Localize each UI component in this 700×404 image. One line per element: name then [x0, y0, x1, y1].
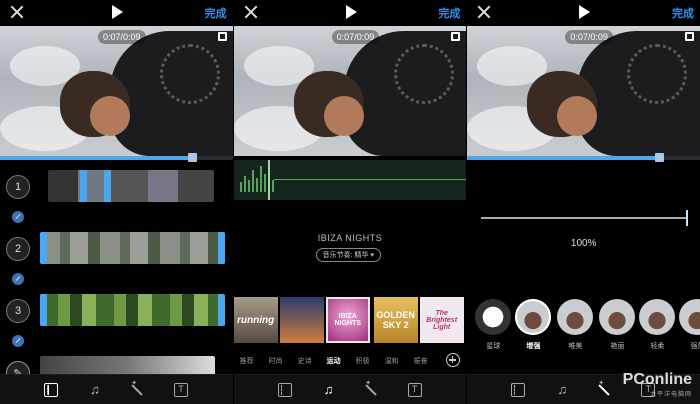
text-tab-icon[interactable]: T	[407, 383, 422, 397]
close-icon[interactable]	[9, 4, 25, 20]
clip-number: 1	[6, 175, 30, 199]
top-bar: 完成	[0, 0, 233, 26]
done-button[interactable]: 完成	[438, 5, 460, 21]
rhythm-dropdown[interactable]: 音乐节奏: 精华 ▾	[315, 248, 382, 262]
album-cover-selected[interactable]: IBIZA NIGHTS	[325, 297, 370, 343]
play-icon[interactable]	[579, 5, 591, 19]
filter-tab-icon[interactable]	[127, 380, 147, 400]
genre-tab[interactable]: 温和	[385, 356, 399, 366]
transition-icon[interactable]	[12, 273, 24, 285]
filter-option[interactable]: 星球	[475, 299, 512, 351]
fullscreen-icon[interactable]	[451, 32, 461, 41]
genre-tab[interactable]: 振奋	[414, 356, 428, 366]
music-tab-icon[interactable]: ♫	[88, 383, 102, 397]
trim-handle-left[interactable]	[40, 232, 47, 264]
filter-option[interactable]: 轻柔	[639, 299, 676, 351]
clip-row[interactable]: 3	[0, 294, 233, 330]
slider-knob[interactable]	[686, 210, 689, 226]
filter-carousel: 星球 增强 唯美 艳丽 轻柔 强烈	[467, 299, 700, 359]
top-bar: 完成	[234, 0, 467, 26]
trim-handle-right[interactable]	[218, 232, 225, 264]
filter-intensity-slider[interactable]	[481, 210, 689, 226]
progress-bar[interactable]	[467, 153, 700, 162]
genre-tab-active[interactable]: 运动	[327, 356, 341, 366]
top-bar: 完成	[467, 0, 700, 26]
add-music-icon[interactable]	[445, 353, 460, 367]
genre-tab[interactable]: 推荐	[240, 356, 254, 366]
bottom-toolbar: ♫ T PConline 太平洋电脑网	[467, 371, 700, 404]
filter-tab-icon[interactable]	[594, 380, 614, 400]
audio-waveform[interactable]	[233, 160, 467, 200]
clip-row[interactable]: 1	[0, 170, 233, 206]
bottom-toolbar: ♫ T	[233, 374, 467, 404]
genre-tab[interactable]: 时尚	[269, 356, 283, 366]
music-tab-icon[interactable]: ♫	[322, 383, 336, 397]
album-cover[interactable]: GOLDEN SKY 2	[373, 297, 418, 343]
clip-thumbnail-strip[interactable]	[40, 232, 225, 264]
video-preview[interactable]: 0:07/0:09	[467, 26, 700, 156]
progress-bar[interactable]	[0, 153, 233, 162]
song-title: IBIZA NIGHTS	[317, 233, 383, 243]
clip-row[interactable]: 2	[0, 232, 233, 268]
play-icon[interactable]	[112, 5, 123, 19]
panel-filters: 完成 0:07/0:09 100% 星球 增强 唯美 艳丽 轻柔 强 ♫ ✦ T…	[467, 0, 700, 404]
filter-option[interactable]: 强烈	[679, 299, 700, 351]
play-icon[interactable]	[345, 5, 357, 19]
video-preview[interactable]: 0:07/0:09	[233, 26, 467, 156]
timecode-badge: 0:07/0:09	[98, 30, 146, 44]
timecode-badge: 0:07/0:09	[565, 30, 613, 44]
album-cover[interactable]: The Brightest Light	[419, 297, 464, 343]
clips-tab-icon[interactable]	[277, 383, 292, 397]
video-preview[interactable]: 0:07/0:09	[0, 26, 233, 156]
album-carousel: running IBIZA NIGHTS GOLDEN SKY 2 The Br…	[233, 297, 467, 343]
panel-clips: 完成 0:07/0:09 1 2 3 ✎ ♫ ✦ T	[0, 0, 233, 404]
panel-music: 完成 0:07/0:09 IBIZA NIGHTS 音乐节奏: 精华 ▾ run…	[233, 0, 467, 404]
filter-option[interactable]: 艳丽	[599, 299, 636, 351]
fullscreen-icon[interactable]	[685, 32, 695, 41]
bottom-toolbar: ♫ T	[0, 374, 233, 404]
album-cover[interactable]	[279, 297, 324, 343]
filter-option-active[interactable]: 增强	[515, 299, 552, 351]
clip-number: 3	[6, 299, 30, 323]
transition-icon[interactable]	[12, 211, 24, 223]
trim-handle-left[interactable]	[40, 294, 47, 326]
text-tab-icon[interactable]: T	[174, 383, 188, 397]
genre-tab[interactable]: 积极	[356, 356, 370, 366]
clip-thumbnail-strip[interactable]	[40, 356, 215, 376]
filter-option[interactable]: 唯美	[557, 299, 594, 351]
intensity-value: 100%	[570, 238, 597, 249]
trim-handle-right[interactable]	[104, 170, 111, 202]
close-icon[interactable]	[243, 4, 259, 20]
done-button[interactable]: 完成	[672, 5, 694, 21]
album-cover[interactable]: running	[233, 297, 278, 343]
timecode-badge: 0:07/0:09	[331, 30, 380, 44]
clips-tab-icon[interactable]	[511, 383, 526, 397]
watermark: PConline 太平洋电脑网	[622, 371, 693, 398]
done-button[interactable]: 完成	[205, 5, 227, 21]
clip-thumbnail-strip[interactable]	[40, 294, 225, 326]
filter-tab-icon[interactable]	[361, 380, 381, 400]
clip-number: 2	[6, 237, 30, 261]
clips-tab-icon[interactable]	[44, 383, 58, 397]
clip-thumbnail-strip[interactable]	[48, 170, 214, 202]
genre-tabs: 推荐 时尚 史诗 运动 积极 温和 振奋	[234, 356, 467, 368]
music-tab-icon[interactable]: ♫	[555, 383, 569, 397]
clip-row[interactable]: ✎	[0, 356, 233, 376]
genre-tab[interactable]: 史诗	[298, 356, 312, 366]
fullscreen-icon[interactable]	[217, 32, 227, 41]
trim-handle-left[interactable]	[80, 170, 87, 202]
trim-handle-right[interactable]	[218, 294, 225, 326]
transition-icon[interactable]	[12, 335, 24, 347]
close-icon[interactable]	[476, 4, 492, 20]
